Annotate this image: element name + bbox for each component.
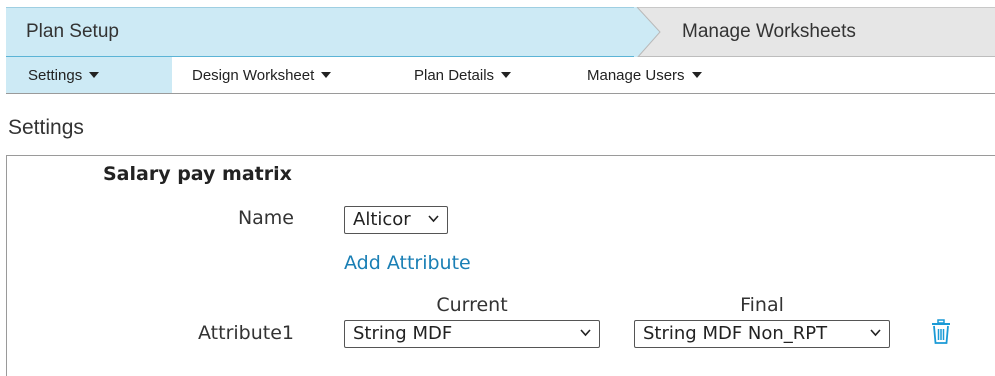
trash-icon[interactable]	[930, 319, 952, 345]
subnav-design-worksheet[interactable]: Design Worksheet	[192, 57, 332, 93]
step-label: Plan Setup	[26, 21, 119, 42]
name-select[interactable]: Alticor	[344, 206, 448, 234]
chevron-down-icon	[870, 329, 881, 337]
attribute-final-value: String MDF Non_RPT	[643, 323, 828, 344]
attribute-current-select[interactable]: String MDF	[344, 320, 600, 348]
step-manage-worksheets[interactable]: Manage Worksheets	[636, 7, 995, 58]
step-arrow-separator	[634, 7, 661, 58]
subnav-label: Manage Users	[587, 66, 685, 84]
chevron-down-icon	[580, 329, 591, 337]
sub-navigation: Settings Design Worksheet Plan Details M…	[6, 57, 995, 94]
subnav-manage-users[interactable]: Manage Users	[587, 57, 702, 93]
chevron-down-icon	[428, 215, 439, 223]
attribute-label: Attribute1	[198, 322, 294, 344]
attribute-final-select[interactable]: String MDF Non_RPT	[634, 320, 890, 348]
subnav-settings[interactable]: Settings	[6, 57, 172, 93]
caret-down-icon	[691, 72, 702, 78]
caret-down-icon	[321, 72, 332, 78]
subnav-label: Settings	[28, 66, 83, 84]
subnav-plan-details[interactable]: Plan Details	[414, 57, 512, 93]
step-label: Manage Worksheets	[682, 21, 856, 42]
caret-down-icon	[89, 72, 100, 78]
wizard-steps: Plan Setup Manage Worksheets	[6, 7, 995, 58]
subnav-label: Plan Details	[414, 66, 495, 84]
subnav-label: Design Worksheet	[192, 66, 315, 84]
step-plan-setup[interactable]: Plan Setup	[6, 7, 636, 58]
column-header-current: Current	[436, 294, 508, 316]
name-select-value: Alticor	[353, 209, 411, 230]
column-header-final: Final	[740, 294, 784, 316]
caret-down-icon	[501, 72, 512, 78]
page-title: Settings	[8, 116, 84, 139]
name-label: Name	[237, 207, 294, 229]
attribute-current-value: String MDF	[353, 323, 453, 344]
section-title: Salary pay matrix	[103, 163, 292, 185]
add-attribute-link[interactable]: Add Attribute	[344, 252, 471, 274]
